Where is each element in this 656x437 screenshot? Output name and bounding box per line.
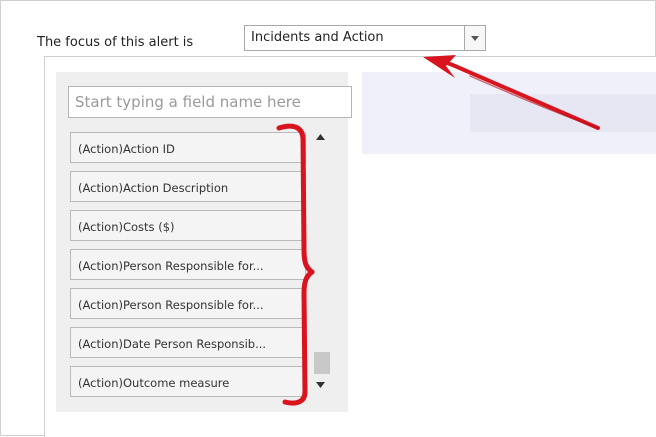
field-search-input[interactable]: [75, 88, 345, 116]
focus-dropdown[interactable]: Incidents and Action: [244, 25, 486, 51]
field-list-item[interactable]: (Action)Person Responsible for...: [70, 288, 306, 319]
field-list-scrollbar[interactable]: [312, 128, 330, 398]
field-list-item[interactable]: (Action)Outcome measure: [70, 366, 306, 397]
field-list-item[interactable]: (Action)Costs ($): [70, 210, 306, 241]
drop-zone-target[interactable]: [470, 94, 656, 132]
field-search[interactable]: [68, 86, 352, 118]
focus-dropdown-value: Incidents and Action: [251, 30, 384, 45]
focus-label: The focus of this alert is: [37, 35, 194, 50]
field-list-item[interactable]: (Action)Date Person Responsib...: [70, 327, 306, 358]
field-list: (Action)Action ID (Action)Action Descrip…: [70, 126, 308, 404]
scroll-down-icon[interactable]: [316, 382, 325, 388]
scroll-up-icon[interactable]: [316, 134, 325, 140]
field-list-item[interactable]: (Action)Person Responsible for...: [70, 249, 306, 280]
dropdown-arrow-button[interactable]: [464, 26, 485, 50]
chevron-down-icon: [471, 36, 479, 41]
field-list-item[interactable]: (Action)Action Description: [70, 171, 306, 202]
scrollbar-thumb[interactable]: [314, 352, 330, 374]
field-list-item[interactable]: (Action)Action ID: [70, 132, 306, 163]
